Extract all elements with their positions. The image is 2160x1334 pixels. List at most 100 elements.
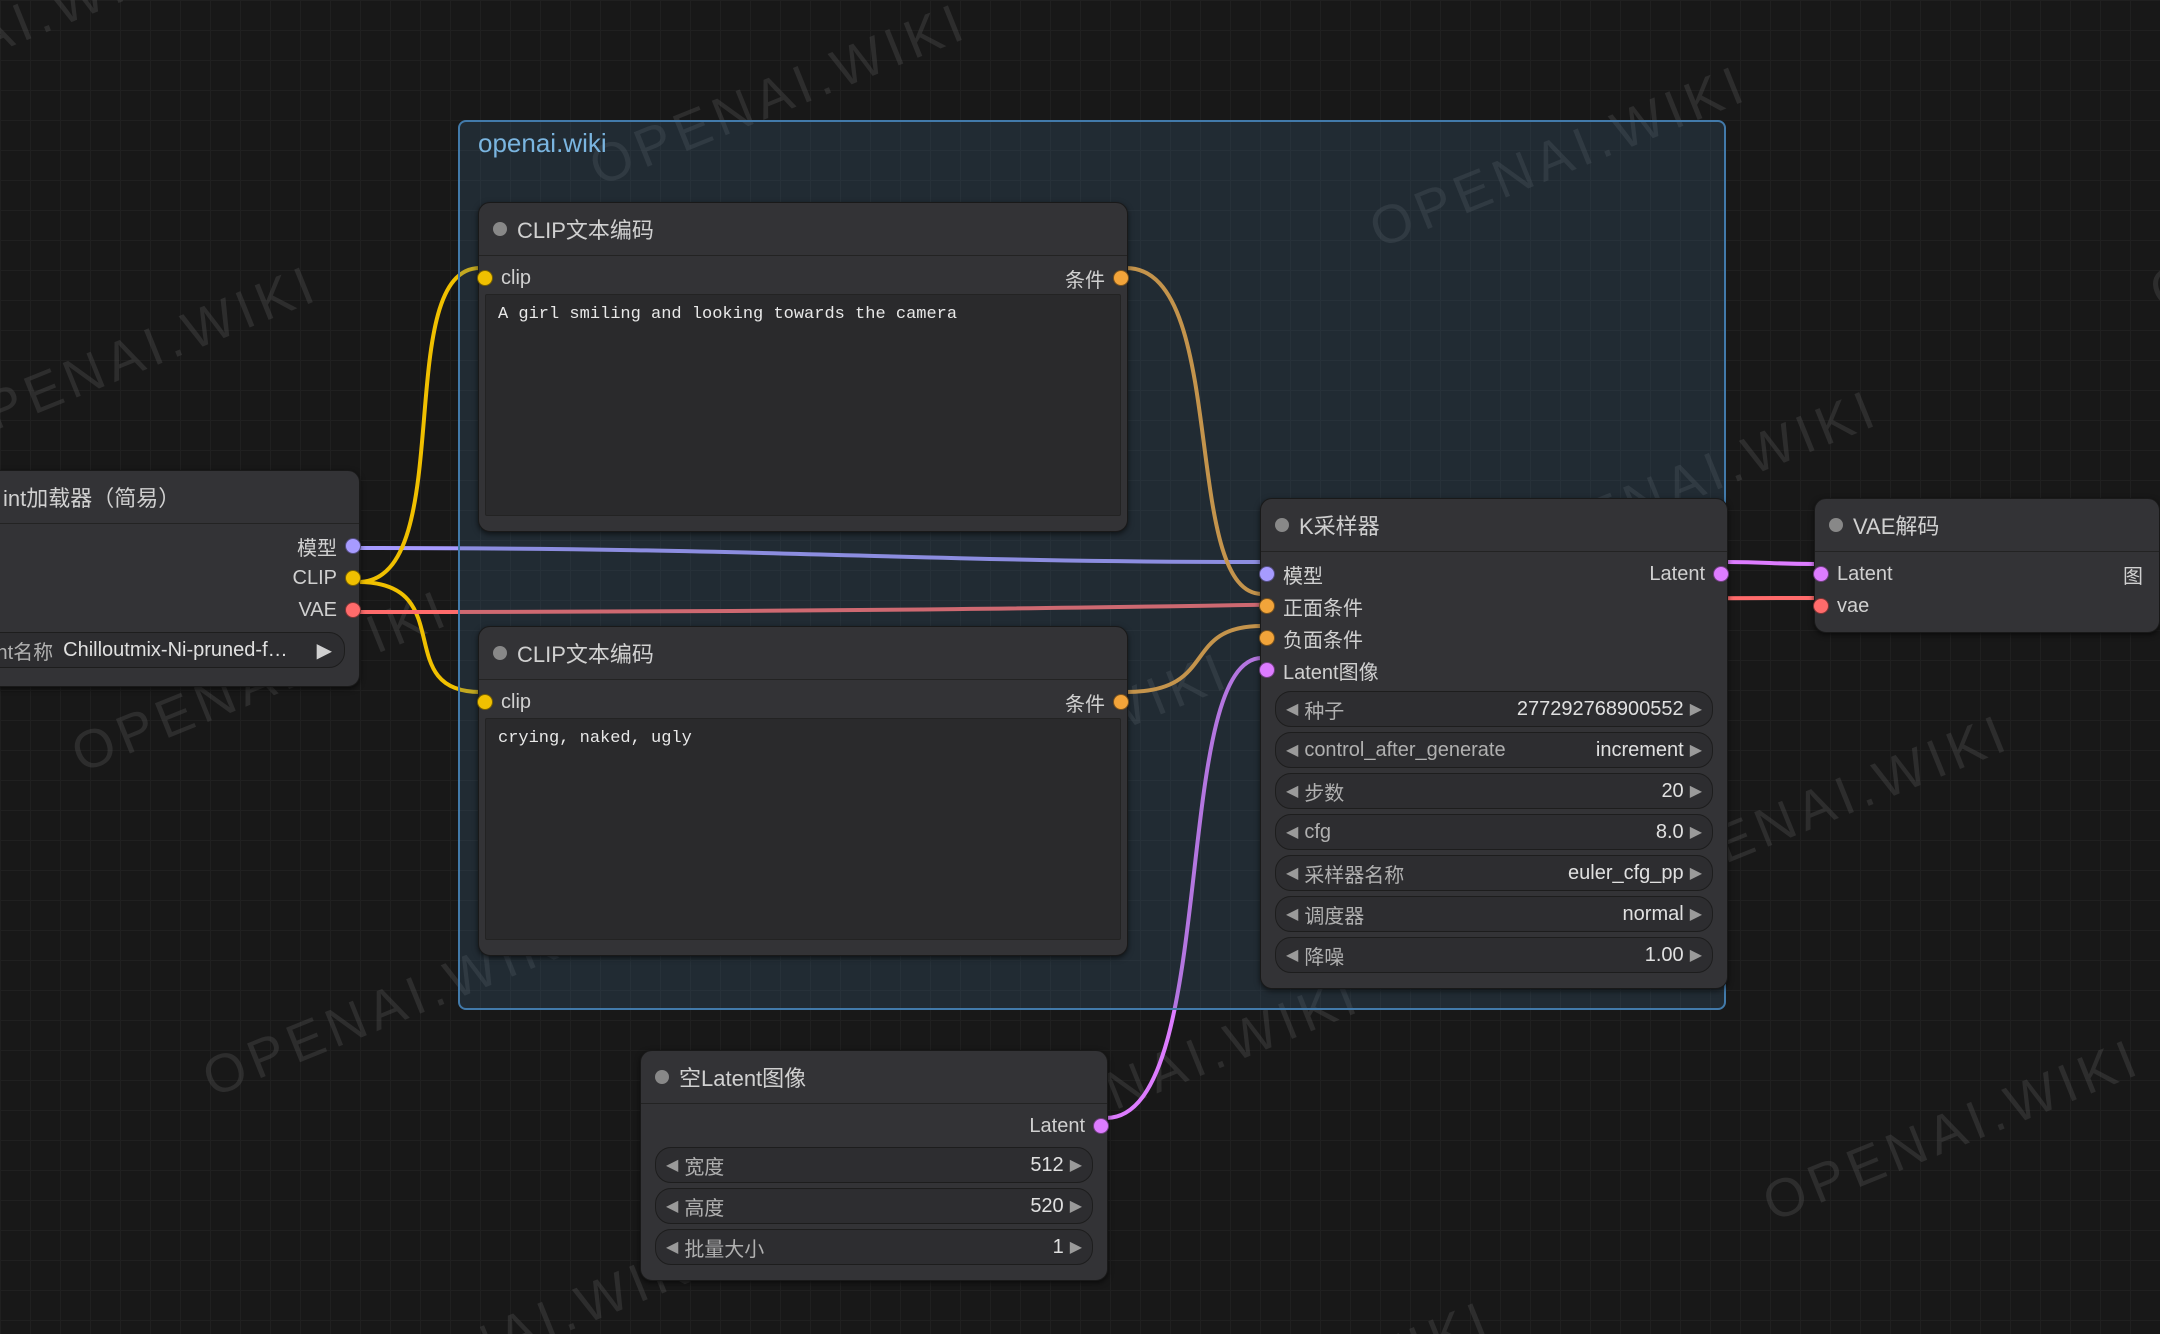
node-clip-positive[interactable]: CLIP文本编码 clip 条件 [478, 202, 1128, 532]
sampler-name-value: euler_cfg_pp [1568, 862, 1684, 885]
input-label-model: 模型 [1283, 560, 1323, 589]
node-empty-latent[interactable]: 空Latent图像 Latent ◀ 宽度 512 ▶ ◀ 高度 520 ▶ [640, 1050, 1108, 1281]
collapse-dot-icon[interactable] [493, 646, 507, 660]
height-label: 高度 [684, 1192, 1022, 1221]
scheduler-label: 调度器 [1304, 900, 1614, 929]
batch-widget[interactable]: ◀ 批量大小 1 ▶ [655, 1229, 1093, 1265]
scheduler-widget[interactable]: ◀ 调度器 normal ▶ [1275, 896, 1713, 932]
port-input-clip[interactable] [477, 270, 493, 286]
collapse-dot-icon[interactable] [1275, 518, 1289, 532]
steps-value: 20 [1661, 780, 1683, 803]
chevron-left-icon[interactable]: ◀ [1286, 740, 1298, 760]
chevron-left-icon[interactable]: ◀ [1286, 822, 1298, 842]
port-output-model[interactable] [345, 538, 361, 554]
output-label-conditioning: 条件 [1065, 264, 1105, 293]
chevron-left-icon[interactable]: ◀ [1286, 945, 1298, 965]
cfg-label: cfg [1304, 821, 1648, 844]
node-vae-decode[interactable]: VAE解码 Latent 图 vae [1814, 498, 2160, 633]
collapse-dot-icon[interactable] [493, 222, 507, 236]
output-label-latent: Latent [1649, 563, 1705, 586]
width-widget[interactable]: ◀ 宽度 512 ▶ [655, 1147, 1093, 1183]
output-label-latent: Latent [1029, 1115, 1085, 1138]
chevron-left-icon[interactable]: ◀ [666, 1196, 678, 1216]
chevron-right-icon[interactable]: ▶ [1070, 1155, 1082, 1175]
cfg-value: 8.0 [1656, 821, 1684, 844]
output-label-conditioning: 条件 [1065, 688, 1105, 717]
height-widget[interactable]: ◀ 高度 520 ▶ [655, 1188, 1093, 1224]
node-title: 空Latent图像 [679, 1061, 806, 1093]
chevron-right-icon[interactable]: ▶ [1690, 863, 1702, 883]
chevron-left-icon[interactable]: ◀ [1286, 781, 1298, 801]
port-output-latent[interactable] [1093, 1118, 1109, 1134]
chevron-left-icon[interactable]: ◀ [666, 1237, 678, 1257]
denoise-value: 1.00 [1645, 944, 1684, 967]
output-label-model: 模型 [297, 532, 337, 561]
port-input-latent[interactable] [1813, 566, 1829, 582]
port-input-positive[interactable] [1259, 598, 1275, 614]
denoise-widget[interactable]: ◀ 降噪 1.00 ▶ [1275, 937, 1713, 973]
negative-prompt-textarea[interactable] [485, 718, 1121, 940]
chevron-left-icon[interactable]: ◀ [1286, 699, 1298, 719]
group-title: openai.wiki [478, 128, 607, 159]
node-ksampler[interactable]: K采样器 模型 Latent 正面条件 [1260, 498, 1728, 989]
port-output-latent[interactable] [1713, 566, 1729, 582]
node-title: VAE解码 [1853, 509, 1939, 541]
ckpt-select[interactable]: int名称 Chilloutmix-Ni-pruned-f… ▶ [0, 632, 345, 668]
sampler-name-widget[interactable]: ◀ 采样器名称 euler_cfg_pp ▶ [1275, 855, 1713, 891]
port-output-vae[interactable] [345, 602, 361, 618]
chevron-left-icon[interactable]: ◀ [666, 1155, 678, 1175]
seed-widget[interactable]: ◀ 种子 277292768900552 ▶ [1275, 691, 1713, 727]
node-checkpoint-loader[interactable]: int加载器（简易） 模型 CLIP [0, 470, 360, 687]
output-label-image: 图 [2123, 560, 2143, 589]
input-label-clip: clip [501, 267, 531, 290]
node-title: CLIP文本编码 [517, 213, 654, 245]
input-label-clip: clip [501, 691, 531, 714]
positive-prompt-textarea[interactable] [485, 294, 1121, 516]
output-label-vae: VAE [298, 599, 337, 622]
steps-label: 步数 [1304, 777, 1653, 806]
chevron-left-icon[interactable]: ◀ [1286, 904, 1298, 924]
batch-value: 1 [1053, 1236, 1064, 1259]
port-input-vae[interactable] [1813, 598, 1829, 614]
batch-label: 批量大小 [684, 1233, 1044, 1262]
chevron-right-icon[interactable]: ▶ [1690, 904, 1702, 924]
denoise-label: 降噪 [1304, 941, 1636, 970]
node-editor-canvas[interactable]: OPENAI.WIKIOPENAI.WIKIOPENAI.WIKIOPENAI.… [0, 0, 2160, 1334]
output-label-clip: CLIP [293, 567, 337, 590]
ckpt-value: Chilloutmix-Ni-pruned-f… [63, 639, 316, 662]
width-label: 宽度 [684, 1151, 1022, 1180]
port-input-negative[interactable] [1259, 630, 1275, 646]
chevron-right-icon[interactable]: ▶ [1690, 781, 1702, 801]
chevron-left-icon[interactable]: ◀ [1286, 863, 1298, 883]
cfg-widget[interactable]: ◀ cfg 8.0 ▶ [1275, 814, 1713, 850]
chevron-right-icon[interactable]: ▶ [1690, 740, 1702, 760]
node-clip-negative[interactable]: CLIP文本编码 clip 条件 [478, 626, 1128, 956]
sampler-name-label: 采样器名称 [1304, 859, 1560, 888]
seed-value: 277292768900552 [1517, 698, 1684, 721]
scheduler-value: normal [1623, 903, 1684, 926]
port-output-clip[interactable] [345, 570, 361, 586]
port-input-clip[interactable] [477, 694, 493, 710]
width-value: 512 [1030, 1154, 1063, 1177]
chevron-right-icon[interactable]: ▶ [1070, 1237, 1082, 1257]
collapse-dot-icon[interactable] [655, 1070, 669, 1084]
node-title: K采样器 [1299, 509, 1380, 541]
chevron-right-icon[interactable]: ▶ [1690, 945, 1702, 965]
chevron-right-icon[interactable]: ▶ [1690, 822, 1702, 842]
port-output-conditioning[interactable] [1113, 694, 1129, 710]
ckpt-label: int名称 [0, 636, 53, 665]
steps-widget[interactable]: ◀ 步数 20 ▶ [1275, 773, 1713, 809]
chevron-right-icon[interactable]: ▶ [1070, 1196, 1082, 1216]
input-label-latent: Latent图像 [1283, 656, 1379, 685]
node-title: CLIP文本编码 [517, 637, 654, 669]
input-label-positive: 正面条件 [1283, 592, 1363, 621]
input-label-latent: Latent [1837, 563, 1893, 586]
port-output-conditioning[interactable] [1113, 270, 1129, 286]
height-value: 520 [1030, 1195, 1063, 1218]
cag-label: control_after_generate [1304, 739, 1588, 762]
control-after-generate-widget[interactable]: ◀ control_after_generate increment ▶ [1275, 732, 1713, 768]
port-input-model[interactable] [1259, 566, 1275, 582]
collapse-dot-icon[interactable] [1829, 518, 1843, 532]
chevron-right-icon[interactable]: ▶ [1690, 699, 1702, 719]
port-input-latent[interactable] [1259, 662, 1275, 678]
